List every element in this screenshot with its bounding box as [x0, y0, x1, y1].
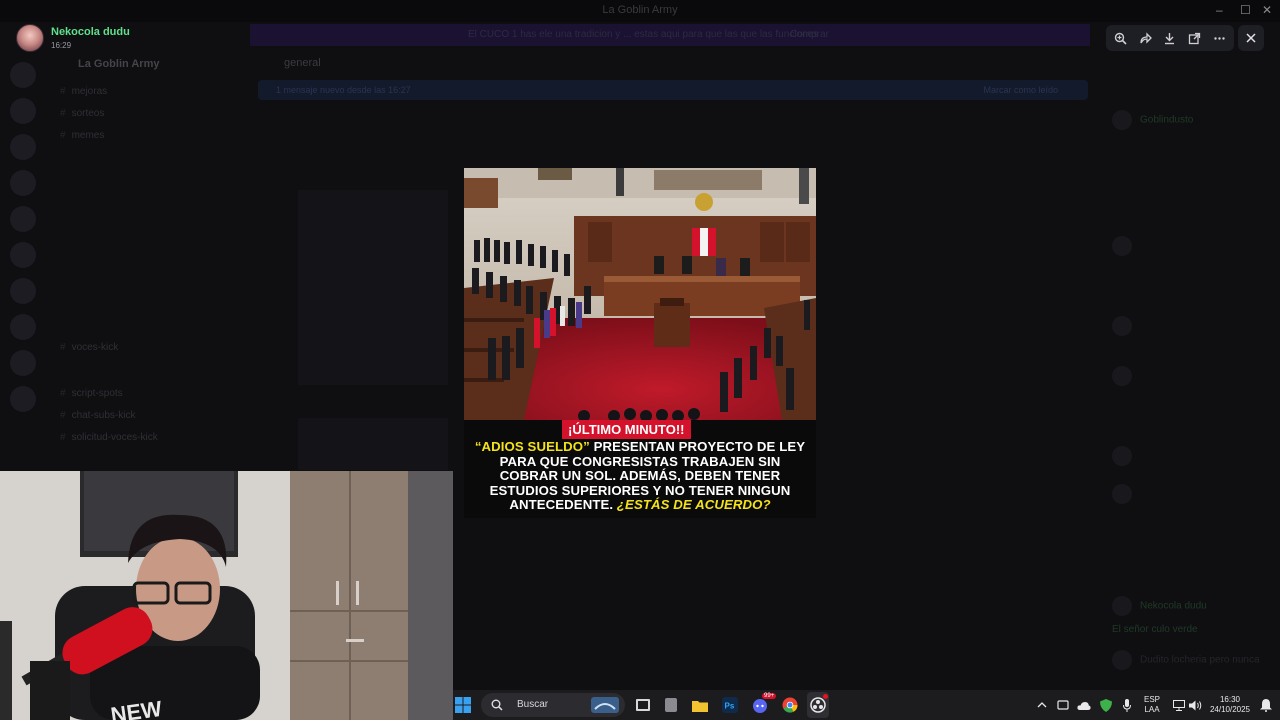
image-viewer-header: Nekocola dudu 16:29	[0, 18, 1280, 58]
headline: “ADIOS SUELDO” PRESENTAN PROYECTO DE LEY…	[470, 439, 810, 513]
notifications-icon[interactable]	[1257, 690, 1275, 720]
minimize-icon[interactable]: –	[1216, 3, 1223, 17]
more-icon[interactable]	[1209, 27, 1231, 49]
shield-icon[interactable]	[1097, 690, 1115, 720]
recording-dot-icon	[823, 694, 828, 699]
app-icon[interactable]	[661, 690, 681, 720]
photoshop-icon[interactable]: Ps	[719, 690, 741, 720]
server-icon[interactable]	[10, 134, 36, 160]
new-messages-bar[interactable]: 1 mensaje nuevo desde las 16:27 Marcar c…	[258, 80, 1088, 100]
server-icon[interactable]	[10, 278, 36, 304]
channel-list: La Goblin Army # mejoras # sorteos # memes …	[44, 46, 250, 470]
member-item[interactable]	[1112, 446, 1140, 466]
chevron-up-icon[interactable]	[1035, 690, 1049, 720]
language-indicator[interactable]: ESP LAA	[1141, 695, 1163, 715]
close-icon[interactable]	[1238, 25, 1264, 51]
author-name[interactable]: Nekocola dudu	[51, 26, 130, 38]
taskbar-search-input[interactable]: Buscar	[481, 693, 625, 717]
volume-icon[interactable]	[1187, 690, 1203, 720]
task-view-icon[interactable]	[633, 690, 653, 720]
member-item[interactable]: Dudito locheria pero nunca	[1112, 650, 1260, 670]
add-server-icon[interactable]	[10, 386, 36, 412]
viewer-toolbar	[1106, 25, 1234, 51]
download-icon[interactable]	[1159, 27, 1181, 49]
clock-date: 24/10/2025	[1209, 705, 1251, 714]
network-icon[interactable]	[1171, 690, 1187, 720]
member-item[interactable]	[1112, 316, 1140, 336]
search-placeholder: Buscar	[517, 699, 549, 710]
maximize-icon[interactable]: ☐	[1240, 3, 1251, 17]
webcam-overlay: NEW	[0, 471, 453, 720]
headline-question: ¿ESTÁS DE ACUERDO?	[616, 497, 771, 513]
file-explorer-icon[interactable]	[689, 690, 711, 720]
channel-item[interactable]: # solicitud-voces-kick	[60, 432, 158, 443]
clock[interactable]: 16:30 24/10/2025	[1205, 695, 1255, 715]
member-item[interactable]	[1112, 366, 1140, 386]
member-item[interactable]	[1112, 484, 1140, 504]
headline-quote: “ADIOS SUELDO”	[474, 439, 590, 454]
post-timestamp: 16:29	[51, 41, 72, 50]
zoom-icon[interactable]	[1109, 27, 1131, 49]
server-icon[interactable]	[10, 314, 36, 340]
new-messages-text: 1 mensaje nuevo desde las 16:27	[276, 85, 411, 95]
server-rail	[0, 46, 44, 446]
channel-item[interactable]: # chat-subs-kick	[60, 410, 135, 421]
window-close-icon[interactable]: ✕	[1262, 3, 1272, 17]
microphone-icon[interactable]	[1119, 690, 1135, 720]
forward-icon[interactable]	[1134, 27, 1156, 49]
start-button[interactable]	[453, 690, 473, 720]
member-item[interactable]: El señor culo verde	[1112, 624, 1198, 635]
server-icon[interactable]	[10, 98, 36, 124]
svg-text:Ps: Ps	[725, 702, 735, 711]
server-icon[interactable]	[10, 242, 36, 268]
channel-item[interactable]: # sorteos	[60, 108, 104, 119]
obs-icon[interactable]	[807, 692, 829, 718]
discord-icon[interactable]: 99+	[749, 690, 777, 720]
message-attachment	[298, 418, 448, 470]
member-item[interactable]: Nekocola dudu	[1112, 596, 1207, 616]
channel-item[interactable]: # voces-kick	[60, 342, 118, 353]
window-title: La Goblin Army	[602, 4, 678, 16]
server-icon[interactable]	[10, 350, 36, 376]
channel-item[interactable]: # mejoras	[60, 86, 107, 97]
server-icon[interactable]	[10, 170, 36, 196]
member-list: Goblindusto Nekocola dudu El señor culo …	[1100, 46, 1280, 686]
server-name[interactable]: La Goblin Army	[78, 58, 160, 70]
onedrive-icon[interactable]	[1075, 690, 1093, 720]
news-image[interactable]: ¡ÚLTIMO MINUTO!! “ADIOS SUELDO” PRESENTA…	[464, 168, 816, 518]
channel-item[interactable]: # memes	[60, 130, 104, 141]
breaking-news-tag: ¡ÚLTIMO MINUTO!!	[562, 420, 691, 439]
avatar[interactable]	[16, 24, 44, 52]
channel-item[interactable]: # script-spots	[60, 388, 123, 399]
server-icon[interactable]	[10, 206, 36, 232]
mark-read-button[interactable]: Marcar como leído	[983, 85, 1058, 95]
chrome-icon[interactable]	[779, 690, 801, 720]
server-icon[interactable]	[10, 62, 36, 88]
message-attachment	[298, 190, 448, 385]
member-item[interactable]: Goblindusto	[1112, 110, 1193, 130]
search-icon	[491, 699, 503, 711]
clock-time: 16:30	[1219, 695, 1241, 704]
congress-photo	[464, 168, 816, 420]
member-item[interactable]	[1112, 236, 1140, 256]
windows-taskbar: Buscar Ps 99+ ESP LAA 16:30 24/10/2025	[453, 690, 1280, 720]
sync-icon[interactable]	[1055, 690, 1071, 720]
discord-badge: 99+	[762, 693, 777, 699]
channel-name: general	[284, 57, 321, 69]
search-highlight-icon	[591, 697, 619, 713]
open-external-icon[interactable]	[1184, 27, 1206, 49]
